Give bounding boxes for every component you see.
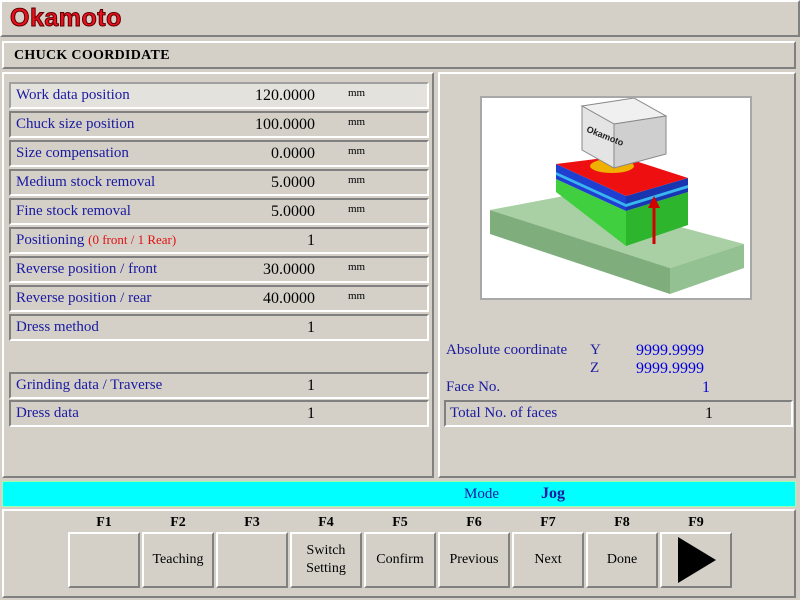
chuck-illustration: Okamoto <box>480 96 752 300</box>
z-axis-label: Z <box>590 360 600 376</box>
param-value: 30.0000 <box>263 261 315 278</box>
f2-key-label: F2 <box>170 515 186 530</box>
f9-key-label: F9 <box>688 515 704 530</box>
param-value: 1 <box>307 319 315 336</box>
param-unit: mm <box>348 174 366 186</box>
face-no-label: Face No. <box>446 379 501 395</box>
total-faces-label: Total No. of faces <box>450 405 558 421</box>
param-label: Size compensation <box>16 145 129 161</box>
function-key-bar: F1 F2 Teaching F3 F4 Switch Setting F5 C… <box>2 509 796 598</box>
param-row-fine-stock-removal[interactable]: Fine stock removal 5.0000 mm <box>9 198 429 225</box>
total-faces-row[interactable]: Total No. of faces 1 <box>444 400 793 427</box>
done-button[interactable]: Done <box>586 532 658 588</box>
param-value: 100.0000 <box>255 116 315 133</box>
f5-key-label: F5 <box>392 515 408 530</box>
param-label: Work data position <box>16 87 130 103</box>
logo-bar: Okamoto <box>0 0 800 37</box>
param-row-dress-method[interactable]: Dress method 1 <box>9 314 429 341</box>
param-unit: mm <box>348 145 366 157</box>
param-unit: mm <box>348 290 366 302</box>
f3-button[interactable] <box>216 532 288 588</box>
param-label: Chuck size position <box>16 116 135 132</box>
title-bar: CHUCK COORDIDATE <box>2 41 796 69</box>
param-row-work-data-position[interactable]: Work data position 120.0000 mm <box>9 82 429 109</box>
param-label: Positioning (0 front / 1 Rear) <box>16 232 176 249</box>
f1-key-label: F1 <box>96 515 112 530</box>
page-title: CHUCK COORDIDATE <box>14 48 170 63</box>
param-row-medium-stock-removal[interactable]: Medium stock removal 5.0000 mm <box>9 169 429 196</box>
param-value: 0.0000 <box>271 145 315 162</box>
param-row-chuck-size-position[interactable]: Chuck size position 100.0000 mm <box>9 111 429 138</box>
face-no-value: 1 <box>702 379 710 396</box>
f9-play-button[interactable] <box>660 532 732 588</box>
f1-button[interactable] <box>68 532 140 588</box>
mode-label: Mode <box>464 486 499 502</box>
param-label: Medium stock removal <box>16 174 156 190</box>
param-value: 1 <box>307 232 315 249</box>
param-unit: mm <box>348 116 366 128</box>
param-row-dress-data[interactable]: Dress data 1 <box>9 400 429 427</box>
param-value: 5.0000 <box>271 174 315 191</box>
param-unit: mm <box>348 261 366 273</box>
play-arrow-icon <box>678 537 716 583</box>
y-axis-label: Y <box>590 342 601 358</box>
status-panel: Okamoto Absolute coordinate Y 9999.9999 … <box>438 72 796 478</box>
param-value: 40.0000 <box>263 290 315 307</box>
total-faces-value: 1 <box>705 405 713 422</box>
param-row-reverse-position-rear[interactable]: Reverse position / rear 40.0000 mm <box>9 285 429 312</box>
next-button[interactable]: Next <box>512 532 584 588</box>
param-value: 120.0000 <box>255 87 315 104</box>
absolute-coordinate-label: Absolute coordinate <box>446 342 568 358</box>
param-label: Fine stock removal <box>16 203 131 219</box>
param-label-text: Positioning <box>16 232 85 248</box>
grinding-diagram: Okamoto <box>490 97 744 294</box>
param-unit: mm <box>348 203 366 215</box>
mode-value: Jog <box>541 485 565 502</box>
param-value: 1 <box>307 377 315 394</box>
f6-key-label: F6 <box>466 515 482 530</box>
teaching-button[interactable]: Teaching <box>142 532 214 588</box>
param-label: Grinding data / Traverse <box>16 377 163 393</box>
f3-key-label: F3 <box>244 515 260 530</box>
param-label: Reverse position / rear <box>16 290 152 306</box>
param-row-positioning[interactable]: Positioning (0 front / 1 Rear) 1 <box>9 227 429 254</box>
f8-key-label: F8 <box>614 515 630 530</box>
okamoto-logo: Okamoto <box>10 4 122 33</box>
param-unit: mm <box>348 87 366 99</box>
param-label: Dress method <box>16 319 99 335</box>
param-label: Reverse position / front <box>16 261 158 277</box>
param-value: 1 <box>307 405 315 422</box>
previous-button[interactable]: Previous <box>438 532 510 588</box>
confirm-button[interactable]: Confirm <box>364 532 436 588</box>
param-note: (0 front / 1 Rear) <box>88 232 177 247</box>
y-coordinate-value: 9999.9999 <box>636 342 704 359</box>
switch-setting-button[interactable]: Switch Setting <box>290 532 362 588</box>
param-row-size-compensation[interactable]: Size compensation 0.0000 mm <box>9 140 429 167</box>
f4-key-label: F4 <box>318 515 334 530</box>
param-row-reverse-position-front[interactable]: Reverse position / front 30.0000 mm <box>9 256 429 283</box>
parameter-panel: Work data position 120.0000 mm Chuck siz… <box>2 72 434 478</box>
z-coordinate-value: 9999.9999 <box>636 360 704 377</box>
param-row-grinding-data-traverse[interactable]: Grinding data / Traverse 1 <box>9 372 429 399</box>
param-label: Dress data <box>16 405 79 421</box>
mode-bar: Mode Jog <box>2 481 796 507</box>
param-value: 5.0000 <box>271 203 315 220</box>
f7-key-label: F7 <box>540 515 556 530</box>
